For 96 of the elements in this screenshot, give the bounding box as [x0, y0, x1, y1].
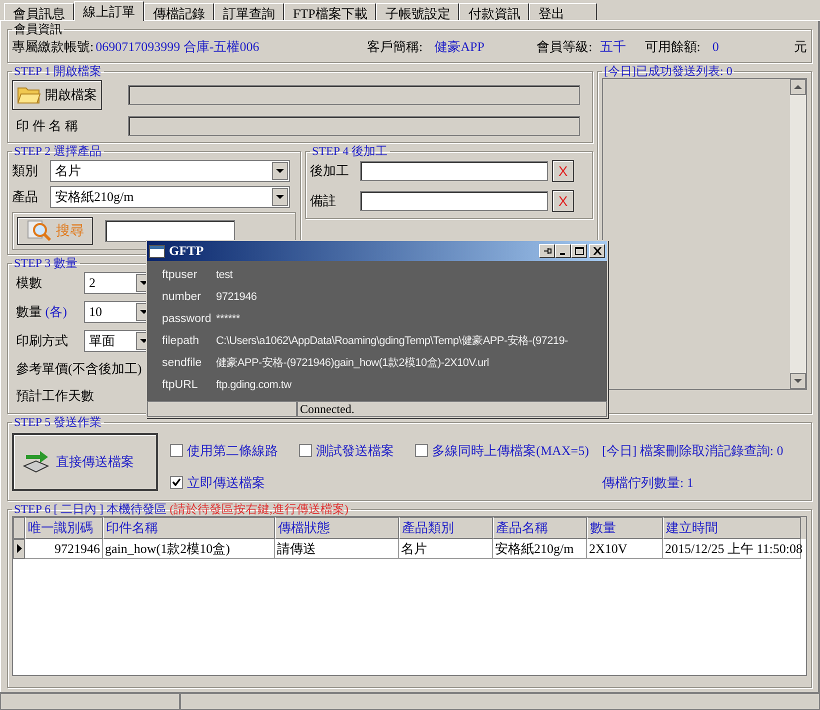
level-value: 五千 — [600, 38, 628, 56]
field-label: 產品 — [12, 188, 39, 206]
field-value: C:\Users\a1062\AppData\Roaming\gdingTemp\Temp\健豪APP-安格-(97219- — [216, 334, 568, 350]
field-name: ftpURL — [162, 378, 199, 394]
balance-value: 0 — [712, 38, 720, 56]
field-value: 健豪APP-安格-(9721946)gain_how(1款2模10盒)-2X10V.url — [216, 356, 489, 372]
print-name-label: 印 件 名 稱 — [15, 117, 79, 136]
checkbox[interactable] — [170, 444, 183, 458]
input-field[interactable] — [360, 191, 548, 211]
table-cell: 9721946 — [25, 538, 103, 559]
checkbox[interactable] — [170, 476, 183, 489]
field-label: 備註 — [310, 192, 337, 210]
input-field[interactable] — [360, 161, 548, 181]
dropdown[interactable]: 安格紙210g/m — [50, 186, 290, 208]
send-file-button[interactable]: 直接傳送檔案 — [12, 433, 158, 491]
field-name: number — [162, 290, 202, 306]
table-cell: 2015/12/25 上午 11:50:08 — [663, 538, 801, 559]
field-name: sendfile — [162, 356, 203, 372]
deleted-records-link[interactable]: [今日] 檔案刪除取消記錄查詢: 0 — [602, 441, 784, 460]
checkbox[interactable] — [415, 444, 428, 458]
connection-status: Connected. — [297, 401, 607, 417]
tab[interactable]: 訂單查詢 — [214, 3, 284, 20]
checkbox[interactable] — [299, 444, 312, 458]
maximize-icon[interactable] — [571, 244, 587, 258]
scroll-up-icon[interactable] — [790, 79, 806, 95]
column-header[interactable]: 產品類別 — [399, 517, 493, 538]
search-field[interactable] — [105, 220, 235, 242]
folder-icon — [17, 85, 41, 105]
field-value: 9721946 — [216, 290, 257, 306]
dropdown[interactable]: 名片 — [50, 160, 290, 182]
close-icon[interactable] — [589, 244, 605, 258]
pin-icon[interactable] — [539, 244, 555, 258]
column-header[interactable]: 產品名稱 — [493, 517, 587, 538]
field-value: ftp.gding.com.tw — [216, 378, 292, 394]
balance-label: 可用餘額: — [644, 38, 700, 56]
tab[interactable]: 傳檔記錄 — [144, 3, 214, 20]
column-header[interactable]: 印件名稱 — [103, 517, 275, 538]
search-icon — [26, 220, 52, 242]
field-name: ftpuser — [162, 268, 198, 284]
field-label: 模數 — [15, 274, 43, 292]
table-cell: 請傳送 — [275, 538, 399, 559]
field-value: test — [216, 268, 233, 284]
level-label: 會員等級: — [536, 38, 592, 56]
checkbox-option[interactable]: 多線同時上傳檔案(MAX=5) — [415, 441, 590, 460]
checkbox-option[interactable]: 測試發送檔案 — [299, 441, 396, 460]
customer-label: 客戶簡稱: — [366, 38, 423, 56]
tab[interactable]: 會員訊息 — [4, 3, 74, 20]
checkbox-option[interactable]: 使用第二條線路 — [170, 441, 280, 460]
field-label: 印刷方式 — [15, 332, 69, 350]
account-value: 0690717093999 合庫-五權006 — [96, 38, 260, 56]
column-header[interactable]: 建立時間 — [663, 517, 801, 538]
open-file-button[interactable]: 開啟檔案 — [12, 80, 102, 110]
group-title: STEP 2 選擇產品 — [13, 145, 103, 158]
column-header[interactable]: 唯一識別碼 — [25, 517, 103, 538]
minimize-icon[interactable] — [555, 244, 571, 258]
field-value: ****** — [216, 312, 240, 328]
data-grid[interactable]: 唯一識別碼 印件名稱 傳檔狀態 產品類別 產品名稱 數量 建立時間 9721946 gain_how(1款2模10盒) 請傳送 名片 安格紙210g/m 2X10V 2015/12/25 上午 11:50:08 — [12, 516, 807, 676]
tab[interactable]: 子帳號設定 — [376, 3, 460, 20]
field-label: 類別 — [12, 162, 39, 180]
tab[interactable]: 付款資訊 — [459, 3, 530, 20]
table-cell: 安格紙210g/m — [493, 538, 587, 559]
column-header[interactable]: 數量 — [587, 517, 663, 538]
field-name: filepath — [162, 334, 200, 350]
group-title: 會員資訊 — [13, 23, 63, 36]
group-title: STEP 6 [ 二日內 ] 本機待發區 (請於待發區按右鍵,進行傳送檔案) — [13, 503, 350, 516]
window-title: GFTP — [169, 242, 205, 260]
group-title: [今日]已成功發送列表: 0 — [603, 65, 734, 78]
group-title: STEP 1 開啟檔案 — [13, 65, 103, 78]
price-label: 參考單價(不含後加工) — [15, 360, 142, 378]
table-cell: gain_how(1款2模10盒) — [103, 538, 275, 559]
customer-value: 健豪APP — [434, 38, 486, 56]
row-indicator[interactable] — [13, 538, 25, 559]
queue-count: 傳檔佇列數量: 1 — [602, 474, 694, 492]
tab[interactable]: FTP檔案下載 — [284, 3, 376, 20]
field-name: password — [162, 312, 212, 328]
scroll-down-icon[interactable] — [790, 373, 806, 389]
window-icon — [149, 244, 165, 258]
group-title: STEP 5 發送作業 — [13, 416, 103, 429]
table-cell: 2X10V — [587, 538, 663, 559]
work-days-label: 預計工作天數 — [15, 386, 94, 404]
print-name-field[interactable] — [128, 116, 580, 136]
account-label: 專屬繳款帳號: — [12, 38, 94, 56]
currency-label: 元 — [794, 38, 807, 56]
group-title: STEP 3 數量 — [13, 257, 79, 270]
tab[interactable]: 登出 — [529, 3, 598, 20]
row-header — [13, 517, 25, 538]
group-title: STEP 4 後加工 — [311, 145, 389, 158]
column-header[interactable]: 傳檔狀態 — [275, 517, 399, 538]
tab[interactable]: 線上訂單 — [74, 1, 144, 21]
scrollbar[interactable] — [790, 79, 806, 389]
checkbox-option[interactable]: 立即傳送檔案 — [170, 472, 280, 492]
table-cell: 名片 — [399, 538, 493, 559]
field-label: 後加工 — [310, 162, 350, 180]
gftp-dialog[interactable] — [146, 240, 608, 418]
file-path-field[interactable] — [128, 85, 580, 105]
field-label: 數量 (各) — [15, 303, 68, 322]
